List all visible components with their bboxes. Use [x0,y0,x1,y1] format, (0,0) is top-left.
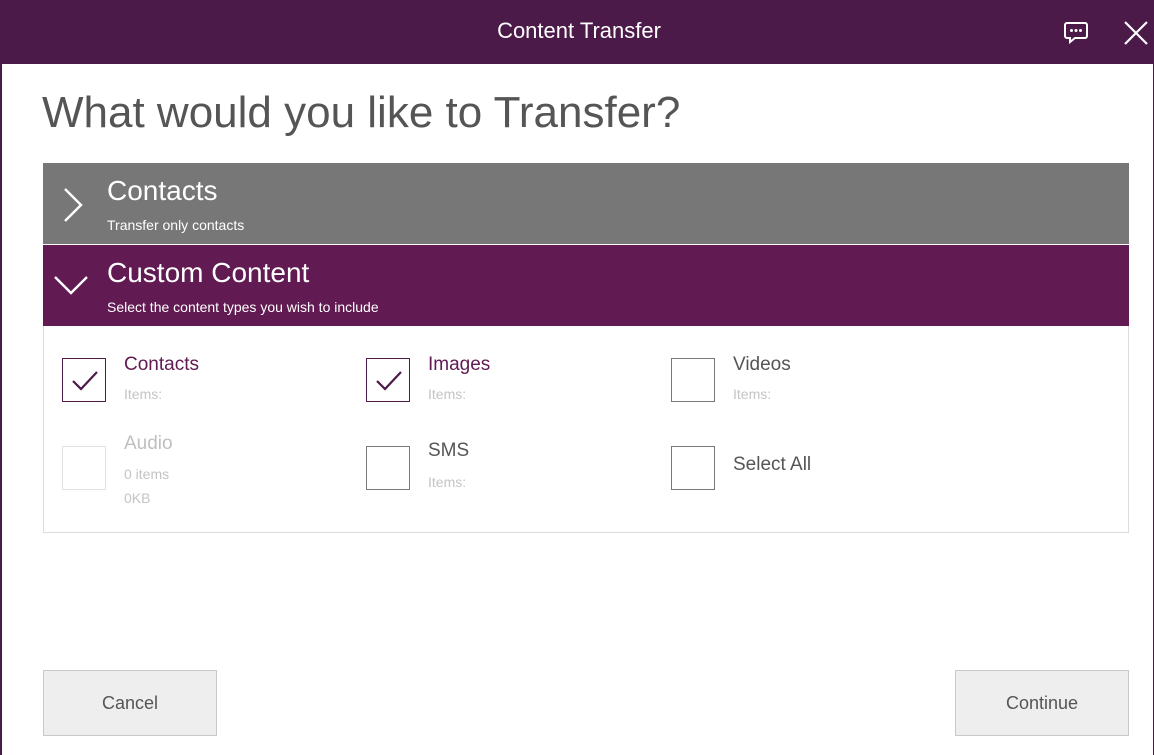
option-items: Items: [733,386,772,402]
videos-checkbox[interactable] [671,358,715,402]
audio-checkbox [62,446,106,490]
content-transfer-window: Content Transfer What would you like to … [0,0,1154,755]
images-checkbox[interactable] [366,358,410,402]
option-label: SMS [428,440,470,461]
custom-content-panel[interactable]: Custom Content Select the content types … [43,245,1129,326]
contacts-checkbox[interactable] [62,358,106,402]
option-label: Images [428,354,491,375]
continue-button[interactable]: Continue [955,670,1129,736]
chevron-down-icon [54,276,88,295]
panel-subtitle: Transfer only contacts [107,217,245,233]
panel-subtitle: Select the content types you wish to inc… [107,299,379,315]
option-items: Items: [428,386,467,402]
contacts-panel[interactable]: Contacts Transfer only contacts [43,163,1129,244]
panel-title: Contacts [107,175,218,206]
sms-checkbox[interactable] [366,446,410,490]
content-type-list: Contacts Items: Images Items: Videos Ite… [43,326,1129,533]
window-title: Content Transfer [497,18,661,43]
checkmark-icon [72,371,98,391]
feedback-icon[interactable] [1059,16,1093,50]
option-label: Videos [733,354,791,375]
page-heading: What would you like to Transfer? [42,88,681,137]
close-icon[interactable] [1119,16,1153,50]
cancel-button[interactable]: Cancel [43,670,217,736]
chevron-right-icon [64,188,83,222]
option-label: Contacts [124,354,199,375]
option-size: 0KB [124,490,151,506]
option-items: 0 items [124,466,170,482]
option-label: Select All [733,454,812,475]
select-all-checkbox[interactable] [671,446,715,490]
option-label: Audio [124,433,173,454]
panel-title: Custom Content [107,257,310,288]
checkmark-icon [376,371,402,391]
option-items: Items: [428,474,467,490]
title-bar: Content Transfer [2,0,1154,64]
option-items: Items: [124,386,163,402]
